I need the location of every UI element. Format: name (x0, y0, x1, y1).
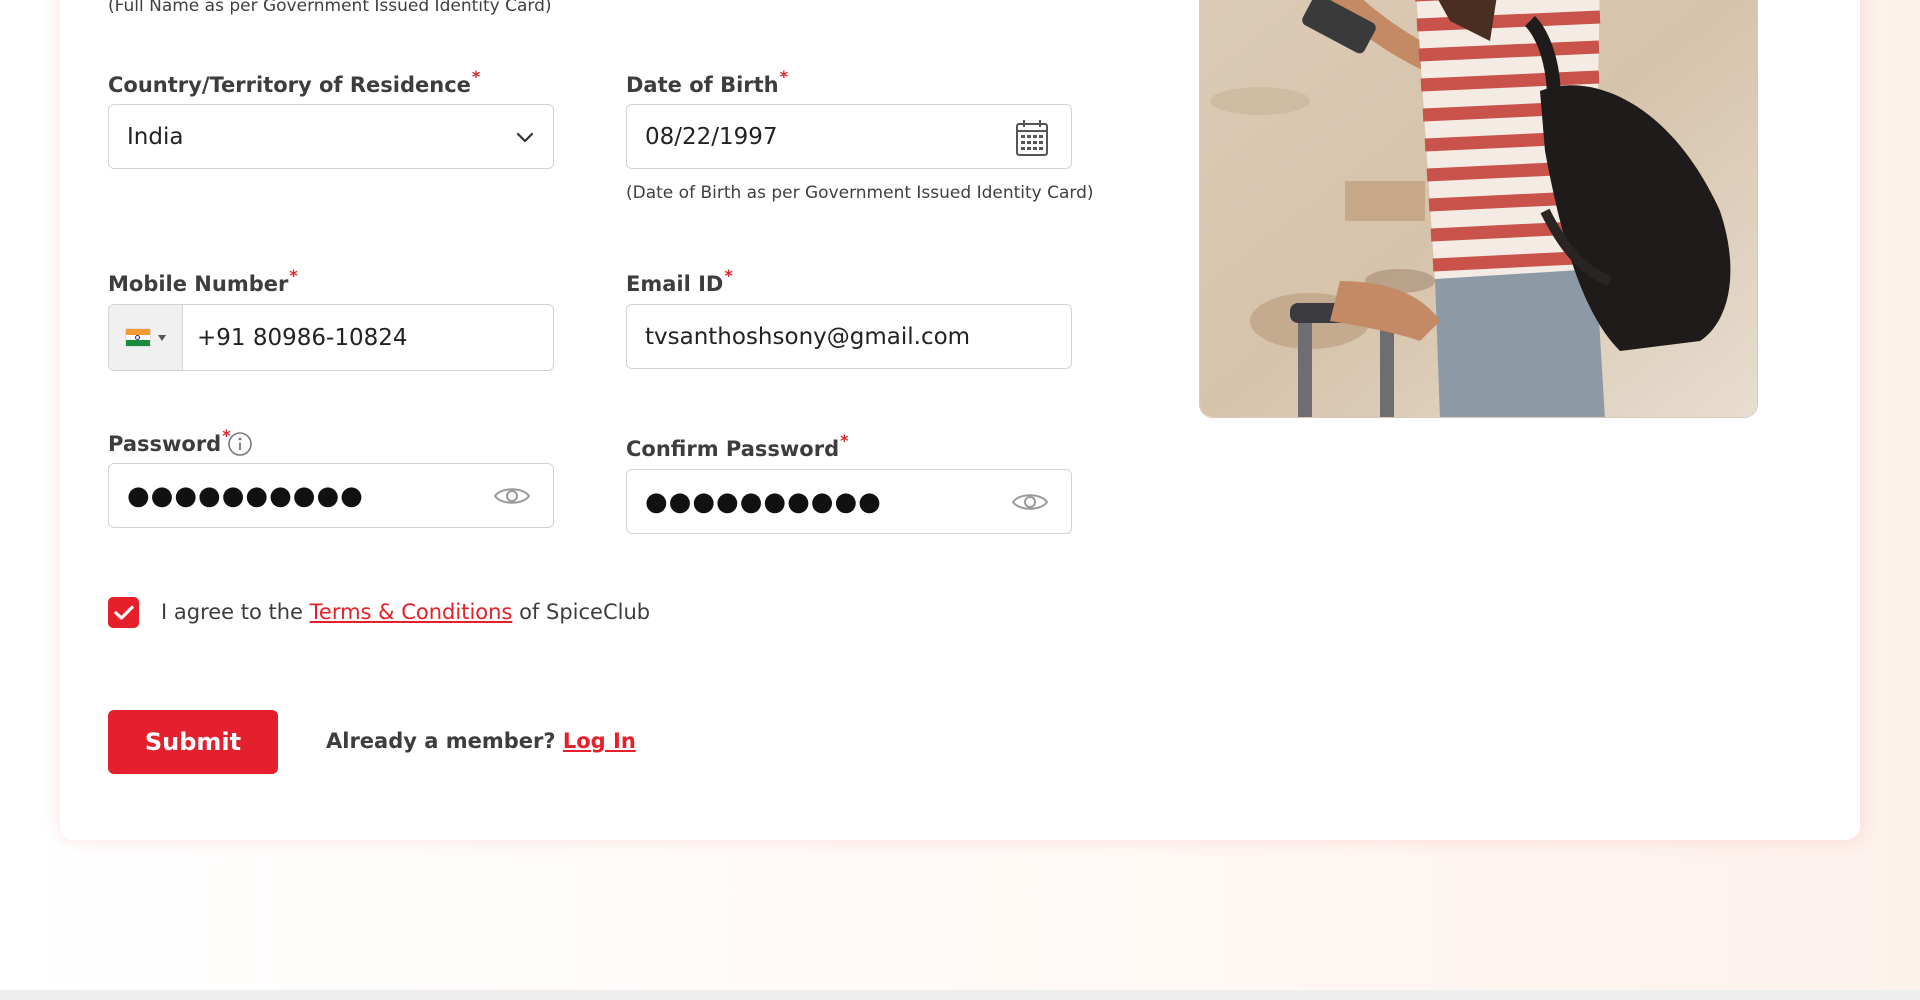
traveler-illustration (1200, 0, 1757, 417)
chevron-down-icon (516, 132, 534, 143)
eye-icon[interactable] (1011, 490, 1049, 514)
india-flag-icon (125, 329, 150, 347)
email-value: tvsanthoshsony@gmail.com (645, 323, 971, 350)
terms-text: I agree to the Terms & Conditions of Spi… (161, 600, 650, 624)
dob-input[interactable]: 08/22/1997 (626, 104, 1072, 169)
country-code-dropdown[interactable] (109, 305, 183, 370)
checkmark-icon (113, 605, 134, 620)
country-label: Country/Territory of Residence* (108, 67, 480, 97)
traveler-photo (1199, 0, 1758, 418)
required-mark: * (779, 67, 788, 86)
country-select[interactable]: India (108, 104, 554, 169)
email-label-text: Email ID (626, 272, 724, 296)
required-mark: * (471, 67, 481, 86)
email-label: Email ID* (626, 266, 733, 296)
submit-button[interactable]: Submit (108, 710, 278, 774)
dob-note: (Date of Birth as per Government Issued … (626, 183, 1094, 203)
required-mark: * (840, 431, 849, 450)
mobile-value: +91 80986-10824 (197, 324, 408, 351)
required-mark: * (289, 266, 298, 285)
email-input[interactable]: tvsanthoshsony@gmail.com (626, 304, 1072, 369)
mobile-label: Mobile Number* (108, 266, 298, 296)
member-text: Already a member? (326, 729, 563, 753)
password-label-text: Password (108, 432, 222, 456)
terms-link[interactable]: Terms & Conditions (310, 600, 513, 624)
eye-icon[interactable] (493, 484, 531, 508)
full-name-note: (Full Name as per Government Issued Iden… (108, 0, 552, 16)
dob-value: 08/22/1997 (645, 123, 778, 150)
confirm-password-input[interactable]: ●●●●●●●●●● (626, 469, 1072, 534)
dob-label-text: Date of Birth (626, 73, 779, 97)
terms-prefix: I agree to the (161, 600, 310, 624)
dob-label: Date of Birth* (626, 67, 788, 97)
confirm-password-label: Confirm Password* (626, 431, 849, 461)
member-prompt: Already a member? Log In (326, 729, 636, 753)
terms-checkbox[interactable] (108, 597, 139, 628)
mobile-input[interactable]: +91 80986-10824 (108, 304, 554, 371)
password-label: Password* (108, 426, 231, 456)
confirm-password-value: ●●●●●●●●●● (645, 486, 882, 517)
terms-suffix: of SpiceClub (512, 600, 651, 624)
country-value: India (127, 123, 184, 150)
required-mark: * (724, 266, 733, 285)
calendar-icon[interactable] (1015, 119, 1049, 157)
country-label-text: Country/Territory of Residence (108, 73, 471, 97)
login-link[interactable]: Log In (563, 729, 636, 753)
caret-down-icon (157, 334, 166, 341)
mobile-label-text: Mobile Number (108, 272, 289, 296)
password-input[interactable]: ●●●●●●●●●● (108, 463, 554, 528)
password-value: ●●●●●●●●●● (127, 480, 364, 511)
info-icon[interactable] (227, 431, 253, 457)
page-footer-strip (0, 990, 1920, 1000)
confirm-password-label-text: Confirm Password (626, 437, 840, 461)
